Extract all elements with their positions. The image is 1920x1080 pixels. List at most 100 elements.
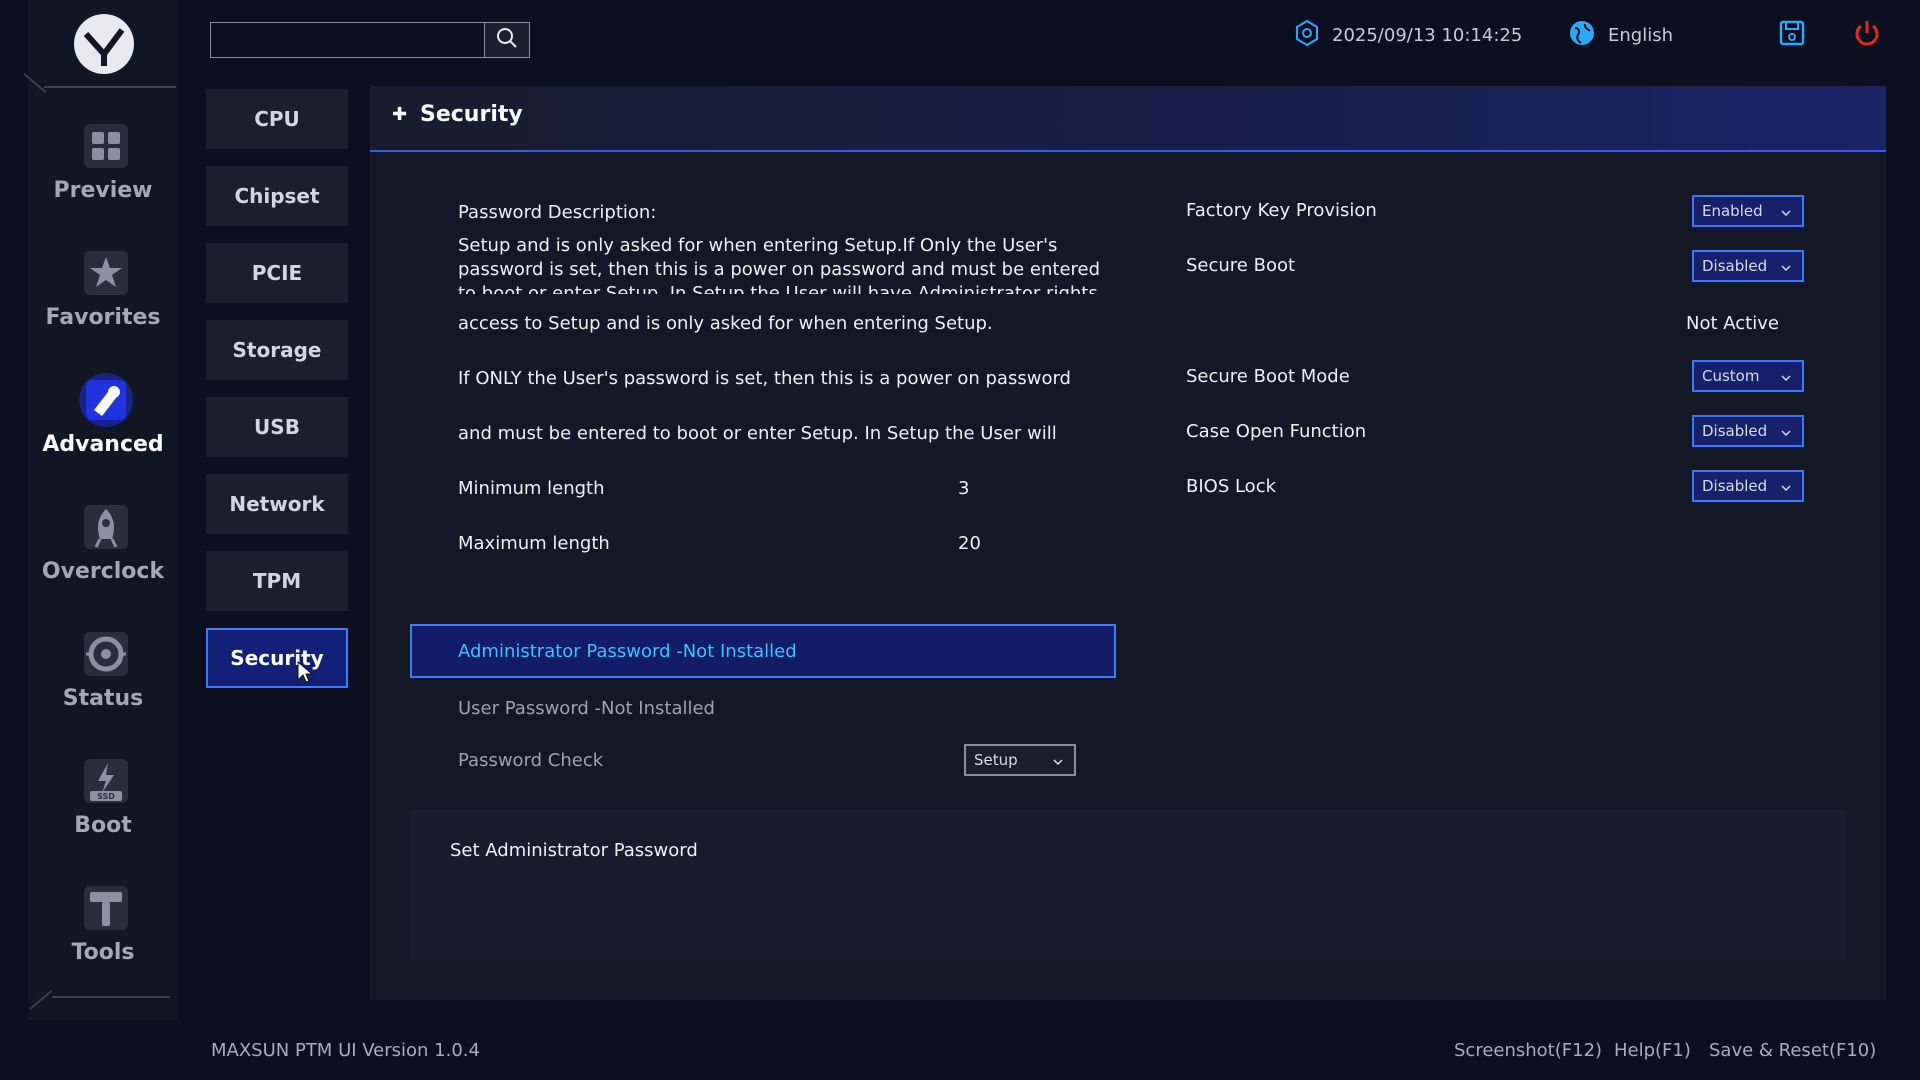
password-check-dropdown[interactable]: Setup	[964, 744, 1076, 776]
chevron-down-icon	[1780, 205, 1792, 223]
clock-settings-icon[interactable]	[1294, 19, 1320, 50]
favorites-icon	[78, 245, 134, 301]
factory-key-value: Enabled	[1702, 202, 1763, 220]
max-length-label: Maximum length	[458, 533, 610, 554]
help-description-box: Set Administrator Password	[410, 810, 1846, 960]
password-line-only: If ONLY the User's password is set, then…	[458, 368, 1071, 389]
admin-password-row[interactable]: Administrator Password -Not Installed	[410, 624, 1116, 678]
min-length-value: 3	[958, 478, 970, 499]
case-open-dropdown[interactable]: Disabled	[1692, 415, 1804, 447]
chevron-down-icon	[1780, 480, 1792, 498]
submenu-network[interactable]: Network	[206, 474, 348, 534]
case-open-value: Disabled	[1702, 422, 1768, 440]
min-length-label: Minimum length	[458, 478, 605, 499]
nav-label-overclock: Overclock	[41, 559, 165, 584]
chevron-down-icon	[1780, 425, 1792, 443]
password-line-access: access to Setup and is only asked for wh…	[458, 313, 993, 334]
secure-boot-dropdown[interactable]: Disabled	[1692, 250, 1804, 282]
submenu-network-label: Network	[229, 492, 325, 516]
nav-item-preview[interactable]: Preview	[28, 118, 178, 218]
screenshot-button[interactable]: Screenshot(F12)	[1454, 1040, 1602, 1061]
nav-label-advanced: Advanced	[42, 432, 164, 457]
case-open-label: Case Open Function	[1186, 421, 1367, 442]
nav-label-boot: Boot	[74, 813, 132, 838]
power-icon	[1852, 18, 1882, 52]
secure-boot-mode-value: Custom	[1702, 367, 1760, 385]
password-check-value: Setup	[974, 751, 1018, 769]
globe-icon	[1568, 19, 1596, 51]
chevron-down-icon	[1780, 260, 1792, 278]
nav-label-preview: Preview	[53, 178, 153, 203]
datetime-text: 2025/09/13 10:14:25	[1332, 24, 1523, 46]
nav-item-advanced[interactable]: Advanced	[28, 372, 178, 472]
password-description-text: Setup and is only asked for when enterin…	[458, 235, 1101, 294]
nav-label-favorites: Favorites	[45, 305, 161, 330]
user-password-row[interactable]: User Password -Not Installed	[458, 698, 715, 719]
version-text: MAXSUN PTM UI Version 1.0.4	[211, 1040, 480, 1061]
status-icon	[78, 626, 134, 682]
secure-boot-label: Secure Boot	[1186, 255, 1296, 276]
max-length-value: 20	[958, 533, 981, 554]
search-input[interactable]	[210, 22, 486, 58]
advanced-icon	[78, 372, 134, 428]
submenu-security[interactable]: Security	[206, 628, 348, 688]
bios-lock-label: BIOS Lock	[1186, 476, 1277, 497]
maxsun-logo-icon	[74, 14, 134, 74]
tools-icon	[78, 880, 134, 936]
submenu-pcie[interactable]: PCIE	[206, 243, 348, 303]
admin-password-label: Administrator Password -Not Installed	[458, 641, 797, 662]
nav-label-tools: Tools	[71, 940, 135, 965]
nav-top-divider	[44, 86, 176, 88]
datetime-display: 2025/09/13 10:14:25	[1294, 19, 1523, 50]
nav-label-status: Status	[62, 686, 144, 711]
factory-key-dropdown[interactable]: Enabled	[1692, 195, 1804, 227]
submenu-pcie-label: PCIE	[251, 261, 303, 285]
nav-item-overclock[interactable]: Overclock	[28, 499, 178, 599]
password-description-label: Password Description:	[458, 202, 657, 223]
save-icon	[1778, 19, 1806, 51]
submenu-tpm[interactable]: TPM	[206, 551, 348, 611]
bios-lock-value: Disabled	[1702, 477, 1768, 495]
section-plus-icon: ✚	[392, 104, 408, 125]
page-title: Security	[420, 102, 523, 127]
search-icon	[496, 27, 518, 53]
password-line-must: and must be entered to boot or enter Set…	[458, 423, 1057, 444]
secure-boot-status: Not Active	[1686, 313, 1779, 334]
svg-text:SSD: SSD	[97, 792, 115, 801]
nav-item-status[interactable]: Status	[28, 626, 178, 726]
power-button[interactable]	[1852, 20, 1882, 50]
submenu-usb[interactable]: USB	[206, 397, 348, 457]
chevron-down-icon	[1780, 370, 1792, 388]
submenu-tpm-label: TPM	[252, 569, 302, 593]
panel-header: ✚ Security	[370, 86, 1886, 152]
mouse-cursor-icon	[296, 660, 314, 688]
password-check-label: Password Check	[458, 750, 604, 771]
chevron-down-icon	[1052, 754, 1064, 772]
help-button[interactable]: Help(F1)	[1614, 1040, 1691, 1061]
save-button[interactable]	[1778, 20, 1806, 50]
submenu-cpu[interactable]: CPU	[206, 89, 348, 149]
security-panel: ✚ Security Password Description: Setup a…	[370, 86, 1886, 1000]
nav-bottom-divider	[52, 996, 170, 998]
submenu-storage[interactable]: Storage	[206, 320, 348, 380]
factory-key-label: Factory Key Provision	[1186, 200, 1377, 221]
search-button[interactable]	[484, 22, 530, 58]
preview-icon	[78, 118, 134, 174]
submenu-usb-label: USB	[254, 415, 300, 439]
submenu-storage-label: Storage	[232, 338, 322, 362]
submenu-cpu-label: CPU	[254, 107, 300, 131]
bios-lock-dropdown[interactable]: Disabled	[1692, 470, 1804, 502]
secure-boot-mode-label: Secure Boot Mode	[1186, 366, 1350, 387]
secure-boot-value: Disabled	[1702, 257, 1768, 275]
language-selector[interactable]: English	[1568, 20, 1673, 50]
overclock-icon	[78, 499, 134, 555]
save-reset-button[interactable]: Save & Reset(F10)	[1709, 1040, 1876, 1061]
boot-icon: SSD	[78, 753, 134, 809]
secure-boot-mode-dropdown[interactable]: Custom	[1692, 360, 1804, 392]
nav-item-tools[interactable]: Tools	[28, 880, 178, 980]
submenu-chipset-label: Chipset	[234, 184, 320, 208]
nav-item-boot[interactable]: SSD Boot	[28, 753, 178, 853]
submenu-chipset[interactable]: Chipset	[206, 166, 348, 226]
language-text: English	[1608, 24, 1673, 46]
nav-item-favorites[interactable]: Favorites	[28, 245, 178, 345]
